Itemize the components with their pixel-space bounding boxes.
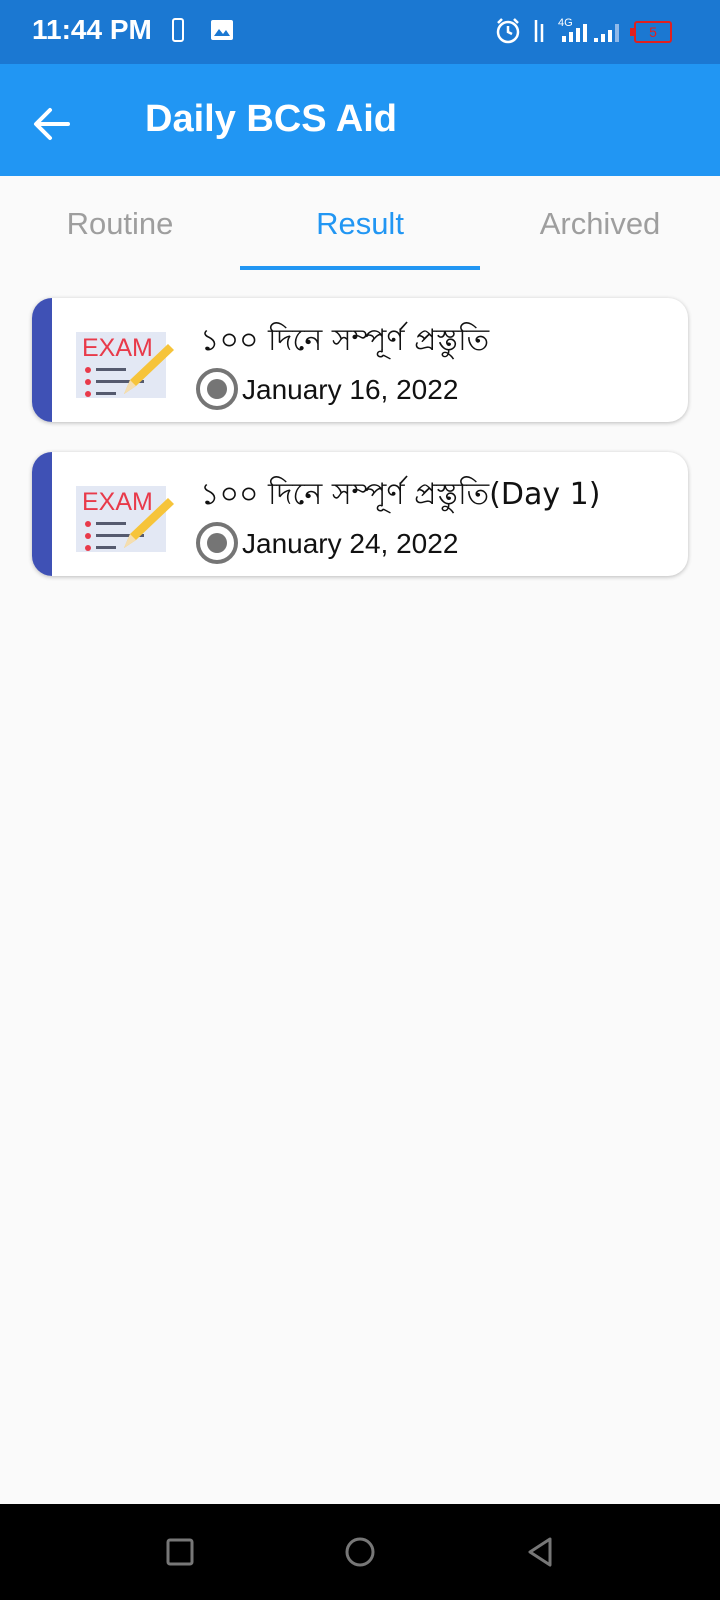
signal-icon: 4G: [532, 14, 626, 53]
phone-battery-icon: [172, 18, 184, 42]
image-icon: [210, 18, 234, 47]
result-title: ১০০ দিনে সম্পূর্ণ প্রস্তুতি(Day 1): [200, 477, 601, 512]
app-bar: Daily BCS Aid: [0, 64, 720, 176]
exam-icon: EXAM: [76, 486, 174, 552]
system-nav-bar: [0, 1504, 720, 1600]
page-title: Daily BCS Aid: [145, 98, 397, 140]
back-nav-button[interactable]: [520, 1532, 560, 1572]
square-icon: [166, 1538, 194, 1566]
tab-routine[interactable]: Routine: [0, 176, 240, 272]
status-bar: 11:44 PM 4G 5: [0, 0, 720, 64]
alarm-icon: [494, 17, 522, 50]
circle-icon: [345, 1537, 375, 1567]
arrow-left-icon: [34, 108, 70, 140]
exam-icon-label: EXAM: [82, 334, 153, 362]
tab-result[interactable]: Result: [240, 176, 480, 272]
home-button[interactable]: [340, 1532, 380, 1572]
radio-indicator-icon: [196, 522, 238, 564]
result-title: ১০০ দিনে সম্পূর্ণ প্রস্তুতি: [200, 323, 490, 358]
radio-indicator-icon: [196, 368, 238, 410]
battery-icon: 5: [630, 21, 672, 43]
result-card[interactable]: EXAM ১০০ দিনে সম্পূর্ণ প্রস্তুতি January…: [32, 298, 688, 422]
card-accent-bar: [32, 298, 52, 422]
exam-icon: EXAM: [76, 332, 174, 398]
exam-icon-label: EXAM: [82, 488, 153, 516]
result-date: January 24, 2022: [242, 528, 459, 559]
triangle-back-icon: [528, 1537, 552, 1567]
network-type-label: 4G: [558, 17, 573, 29]
recent-apps-button[interactable]: [160, 1532, 200, 1572]
card-accent-bar: [32, 452, 52, 576]
tab-archived[interactable]: Archived: [480, 176, 720, 272]
tab-indicator: [240, 266, 480, 270]
status-time: 11:44 PM: [32, 14, 152, 45]
result-date: January 16, 2022: [242, 374, 459, 405]
result-card[interactable]: EXAM ১০০ দিনে সম্পূর্ণ প্রস্তুতি(Day 1) …: [32, 452, 688, 576]
back-button[interactable]: [24, 96, 80, 152]
tab-bar: Routine Result Archived: [0, 176, 720, 272]
